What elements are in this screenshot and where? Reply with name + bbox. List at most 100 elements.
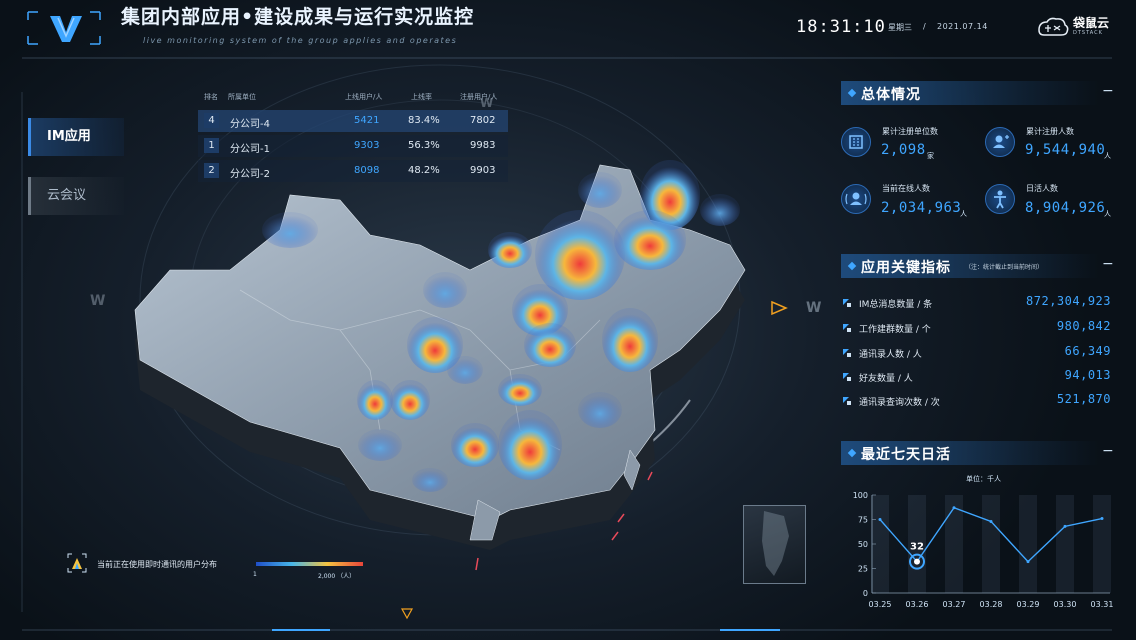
overview-title: 总体情况 bbox=[861, 87, 921, 103]
kpi-row: 通讯录人数 / 人 66,349 bbox=[841, 344, 1113, 366]
chart-y-tick-label: 0 bbox=[863, 589, 868, 598]
kpi-row: 好友数量 / 人 94,013 bbox=[841, 368, 1113, 390]
rank-header-online-rate: 上线率 bbox=[411, 93, 432, 101]
rank-header-online-users: 上线用户/人 bbox=[345, 93, 383, 101]
chart-column-band bbox=[1093, 495, 1111, 593]
kpi-label: 工作建群数量 / 个 bbox=[859, 325, 931, 335]
brand-logo-icon bbox=[1038, 17, 1069, 36]
chart-point bbox=[1100, 517, 1104, 521]
kpi-note: （注：统计截止到当前时间） bbox=[965, 264, 1044, 271]
brand-name: 袋鼠云 bbox=[1073, 16, 1110, 30]
page-title: 集团内部应用•建设成果与运行实况监控 bbox=[121, 6, 475, 28]
kpi-row: IM总消息数量 / 条 872,304,923 bbox=[841, 294, 1113, 316]
chart-x-tick-label: 03.29 bbox=[1017, 600, 1040, 609]
kpi-title: 应用关键指标 bbox=[861, 260, 951, 276]
heatmap-legend-max: 2,000 （人） bbox=[318, 573, 356, 580]
rank-number: 1 bbox=[204, 138, 219, 153]
collapse-daily-button[interactable]: − bbox=[1102, 443, 1114, 459]
kpi-row: 通讯录查询次数 / 次 521,870 bbox=[841, 392, 1113, 414]
kpi-bullet-icon bbox=[843, 397, 851, 405]
rank-header-registered: 注册用户/人 bbox=[460, 93, 498, 101]
rank-row[interactable]: 2 分公司-2 8098 48.2% 9903 bbox=[198, 160, 508, 182]
kpi-value: 521,870 bbox=[1056, 392, 1111, 406]
stat-unit-daily-active: 人 bbox=[1104, 210, 1111, 218]
svg-text:W: W bbox=[806, 300, 821, 316]
panel-bullet-icon bbox=[847, 88, 857, 98]
dashboard: W W W 集团内部应用•建设成果与运行实况监控 live monitoring… bbox=[0, 0, 1136, 640]
minimap-thumbnail[interactable] bbox=[743, 505, 806, 584]
page-subtitle: live monitoring system of the group appl… bbox=[143, 36, 458, 45]
kpi-label: 通讯录人数 / 人 bbox=[859, 350, 922, 360]
clock-weekday: 星期三 bbox=[888, 23, 912, 32]
stat-label-online-users: 当前在线人数 bbox=[882, 184, 930, 193]
stat-value-daily-active: 8,904,926 bbox=[1025, 200, 1106, 216]
chart-highlight-dot bbox=[914, 558, 920, 565]
header: 集团内部应用•建设成果与运行实况监控 live monitoring syste… bbox=[0, 0, 1136, 60]
clock-time: 18:31:10 bbox=[796, 17, 886, 37]
clock-date: 2021.07.14 bbox=[937, 22, 988, 31]
chart-x-tick-label: 03.26 bbox=[906, 600, 929, 609]
rank-online-users: 9303 bbox=[354, 140, 380, 151]
stat-value-registered-users: 9,544,940 bbox=[1025, 142, 1106, 158]
rank-unit: 分公司-1 bbox=[230, 144, 270, 155]
date-separator: / bbox=[923, 22, 926, 31]
chart-point bbox=[1063, 524, 1067, 528]
minimap-island-icon bbox=[762, 511, 789, 576]
rank-registered: 9983 bbox=[470, 140, 496, 151]
stat-unit-registered-units: 家 bbox=[927, 152, 934, 160]
chart-y-tick-label: 75 bbox=[858, 516, 868, 525]
chart-column-band bbox=[982, 495, 1000, 593]
daily-title: 最近七天日活 bbox=[861, 447, 951, 463]
kpi-value: 872,304,923 bbox=[1026, 294, 1111, 308]
heatmap-legend-icon bbox=[67, 553, 87, 573]
stat-value-registered-units: 2,098 bbox=[881, 142, 926, 158]
kpi-bullet-icon bbox=[843, 324, 851, 332]
rank-online-rate: 48.2% bbox=[408, 165, 440, 176]
kpi-label: IM总消息数量 / 条 bbox=[859, 300, 933, 310]
rank-online-users: 8098 bbox=[354, 165, 380, 176]
chart-x-tick-label: 03.30 bbox=[1054, 600, 1077, 609]
kpi-label: 好友数量 / 人 bbox=[859, 374, 913, 384]
chart-x-tick-label: 03.31 bbox=[1091, 600, 1114, 609]
stat-unit-online-users: 人 bbox=[960, 210, 967, 218]
chart-point bbox=[989, 519, 993, 523]
building-icon bbox=[841, 127, 871, 157]
chart-x-tick-label: 03.25 bbox=[869, 600, 892, 609]
rank-number: 2 bbox=[204, 163, 219, 178]
daily-panel-header: 最近七天日活 bbox=[841, 441, 1099, 465]
brand-subtitle: DTSTACK bbox=[1073, 30, 1103, 36]
chart-point bbox=[952, 506, 956, 510]
rank-row[interactable]: 4 分公司-4 5421 83.4% 7802 bbox=[198, 110, 508, 132]
rank-number: 4 bbox=[204, 113, 219, 128]
kpi-bullet-icon bbox=[843, 299, 851, 307]
app-logo-icon bbox=[27, 11, 101, 45]
overview-panel-header: 总体情况 bbox=[841, 81, 1099, 105]
collapse-kpi-button[interactable]: − bbox=[1102, 256, 1114, 272]
person-icon bbox=[985, 184, 1015, 214]
heatmap-legend-gradient bbox=[256, 562, 363, 566]
chart-point bbox=[878, 518, 882, 521]
kpi-bullet-icon bbox=[843, 349, 851, 357]
stat-unit-registered-users: 人 bbox=[1104, 152, 1111, 160]
collapse-overview-button[interactable]: − bbox=[1102, 83, 1114, 99]
rank-registered: 9903 bbox=[470, 165, 496, 176]
kpi-value: 94,013 bbox=[1064, 368, 1111, 382]
stat-label-registered-users: 累计注册人数 bbox=[1026, 127, 1074, 136]
chart-y-tick-label: 25 bbox=[858, 565, 868, 574]
kpi-panel-header: 应用关键指标 （注：统计截止到当前时间） bbox=[841, 254, 1099, 278]
panel-bullet-icon bbox=[847, 448, 857, 458]
chart-y-tick-label: 100 bbox=[853, 491, 868, 500]
rank-row[interactable]: 1 分公司-1 9303 56.3% 9983 bbox=[198, 135, 508, 157]
stat-label-daily-active: 日活人数 bbox=[1026, 184, 1058, 193]
rank-online-rate: 56.3% bbox=[408, 140, 440, 151]
rank-online-rate: 83.4% bbox=[408, 115, 440, 126]
chart-column-band bbox=[1019, 495, 1037, 593]
chart-column-band bbox=[1056, 495, 1074, 593]
stat-value-online-users: 2,034,963 bbox=[881, 200, 962, 216]
kpi-label: 通讯录查询次数 / 次 bbox=[859, 398, 940, 408]
rank-online-users: 5421 bbox=[354, 115, 380, 126]
kpi-value: 66,349 bbox=[1064, 344, 1111, 358]
rank-header-unit: 所属单位 bbox=[228, 93, 256, 101]
chart-point bbox=[1026, 560, 1030, 564]
kpi-value: 980,842 bbox=[1056, 319, 1111, 333]
